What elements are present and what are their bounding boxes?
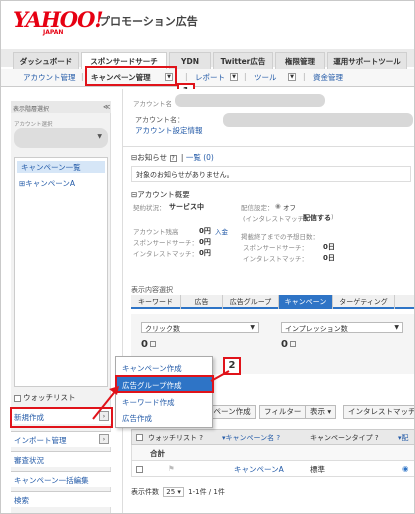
screen: YAHOO! JAPAN プロモーション広告 ダッシュボード スポンサードサーチ… (0, 0, 415, 514)
annotation-arrows (92, 370, 230, 420)
arrow-line (210, 370, 230, 382)
arrow-line (92, 388, 118, 420)
